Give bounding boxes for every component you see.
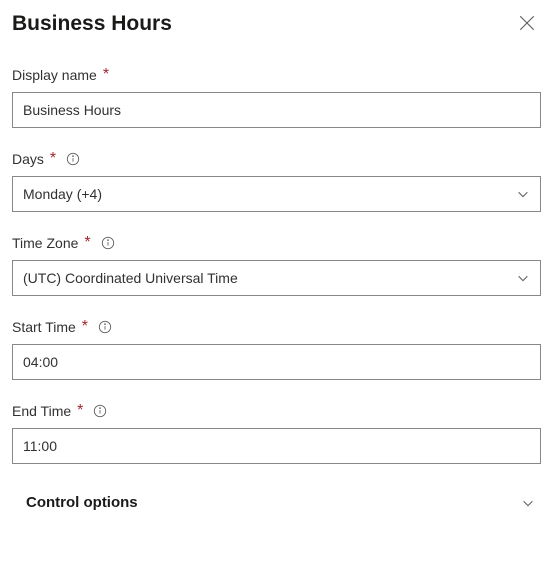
required-asterisk: * bbox=[50, 150, 56, 168]
chevron-down-icon bbox=[516, 271, 530, 285]
info-icon[interactable] bbox=[66, 152, 80, 166]
days-select[interactable]: Monday (+4) bbox=[12, 176, 541, 212]
start-time-label: Start Time bbox=[12, 319, 76, 335]
time-zone-field: Time Zone * (UTC) Coordinated Universal … bbox=[12, 234, 541, 296]
info-icon[interactable] bbox=[93, 404, 107, 418]
close-button[interactable] bbox=[513, 10, 541, 38]
days-label-row: Days * bbox=[12, 150, 541, 168]
control-options-toggle[interactable]: Control options bbox=[12, 486, 541, 513]
start-time-field: Start Time * bbox=[12, 318, 541, 380]
panel-header: Business Hours bbox=[12, 10, 541, 38]
time-zone-label-row: Time Zone * bbox=[12, 234, 541, 252]
panel-title: Business Hours bbox=[12, 12, 172, 36]
required-asterisk: * bbox=[84, 234, 90, 252]
display-name-input[interactable] bbox=[12, 92, 541, 128]
end-time-label: End Time bbox=[12, 403, 71, 419]
end-time-label-row: End Time * bbox=[12, 402, 541, 420]
time-zone-select[interactable]: (UTC) Coordinated Universal Time bbox=[12, 260, 541, 296]
start-time-input[interactable] bbox=[12, 344, 541, 380]
info-icon[interactable] bbox=[101, 236, 115, 250]
display-name-label: Display name bbox=[12, 67, 97, 83]
required-asterisk: * bbox=[82, 318, 88, 336]
chevron-down-icon bbox=[516, 187, 530, 201]
days-field: Days * Monday (+4) bbox=[12, 150, 541, 212]
display-name-label-row: Display name * bbox=[12, 66, 541, 84]
time-zone-label: Time Zone bbox=[12, 235, 78, 251]
info-icon[interactable] bbox=[98, 320, 112, 334]
display-name-field: Display name * bbox=[12, 66, 541, 128]
control-options-label: Control options bbox=[26, 494, 138, 511]
end-time-field: End Time * bbox=[12, 402, 541, 464]
end-time-input[interactable] bbox=[12, 428, 541, 464]
days-label: Days bbox=[12, 151, 44, 167]
close-icon bbox=[518, 14, 536, 35]
time-zone-value: (UTC) Coordinated Universal Time bbox=[23, 270, 516, 286]
start-time-label-row: Start Time * bbox=[12, 318, 541, 336]
required-asterisk: * bbox=[103, 66, 109, 84]
business-hours-panel: Business Hours Display name * Days * bbox=[0, 0, 553, 525]
chevron-down-icon bbox=[521, 496, 535, 510]
days-value: Monday (+4) bbox=[23, 186, 516, 202]
required-asterisk: * bbox=[77, 402, 83, 420]
